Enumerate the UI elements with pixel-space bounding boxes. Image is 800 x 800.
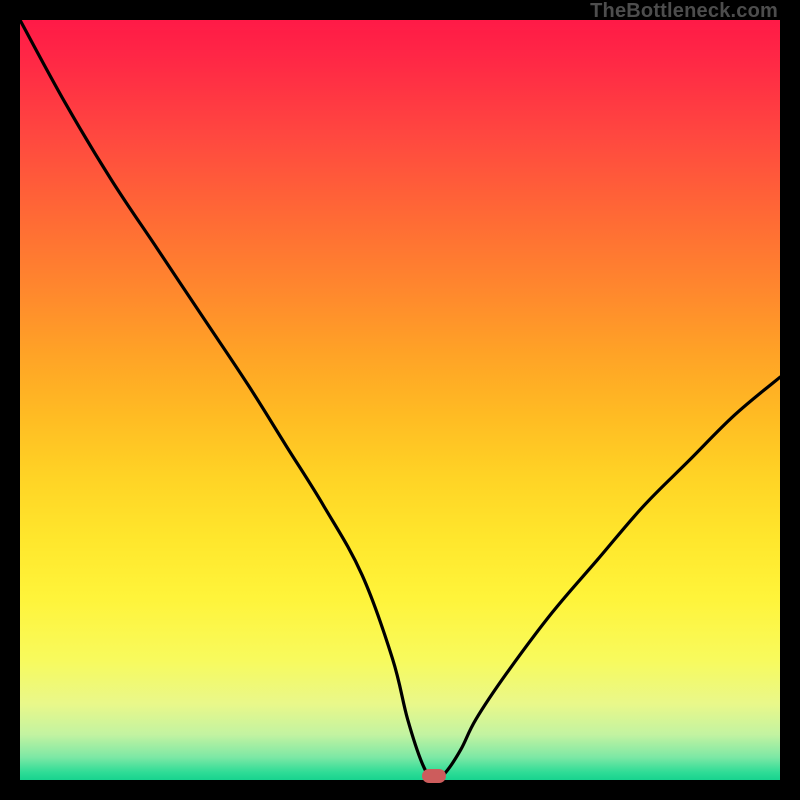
plot-area (20, 20, 780, 780)
chart-frame: TheBottleneck.com (0, 0, 800, 800)
curve-path (20, 20, 780, 780)
optimal-point-marker (422, 769, 446, 783)
bottleneck-curve (20, 20, 780, 780)
